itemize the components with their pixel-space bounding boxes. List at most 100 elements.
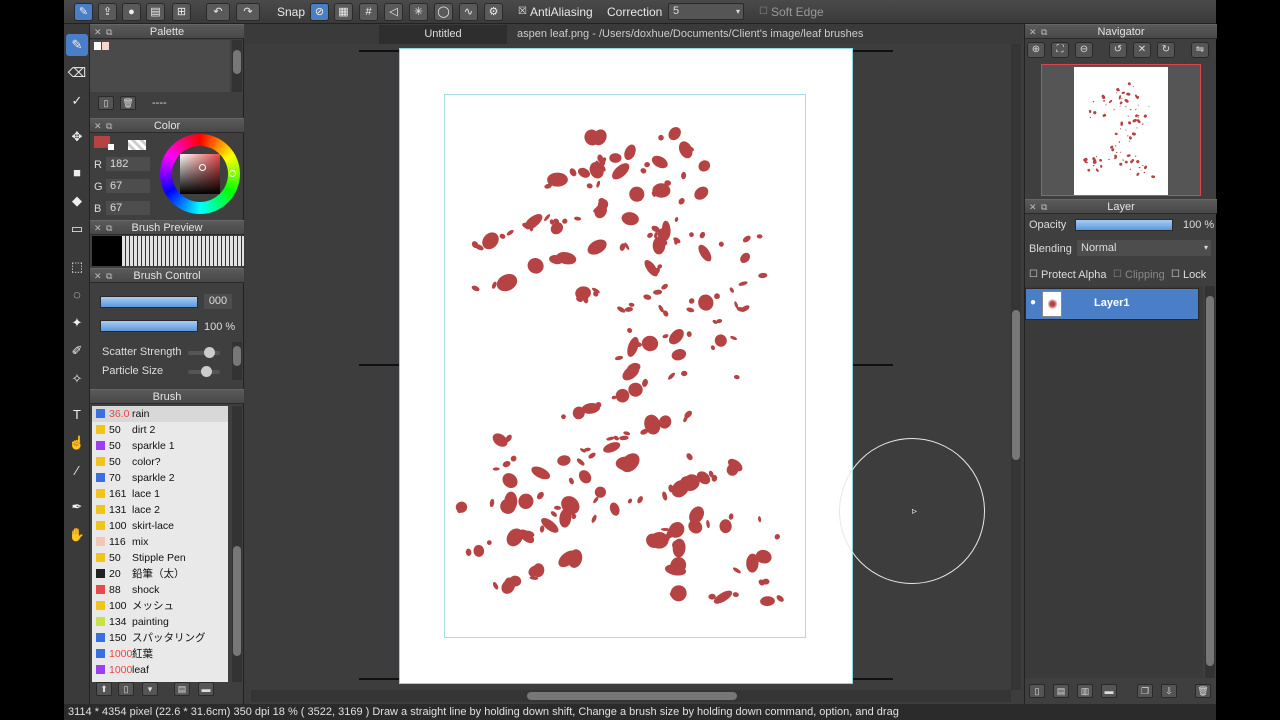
grid-icon[interactable]: ⊞ (172, 3, 191, 21)
b-field[interactable]: 67 (106, 201, 150, 215)
hand-icon[interactable]: ✋ (66, 524, 88, 546)
popout-icon[interactable]: ⧉ (1041, 25, 1047, 39)
brush-item[interactable]: 134 painting (92, 614, 228, 630)
fill-rect-icon[interactable]: ■ (66, 162, 88, 184)
brush-list-scrollbar[interactable] (232, 406, 242, 682)
zoom-out-icon[interactable]: ⊖ (1075, 42, 1093, 58)
magic-wand-icon[interactable]: ✦ (66, 312, 88, 334)
select-eraser-icon[interactable]: ✧ (66, 368, 88, 390)
popout-icon[interactable]: ⧉ (1041, 200, 1047, 214)
brush-item[interactable]: 161 lace 1 (92, 486, 228, 502)
eyedropper-icon[interactable]: ⁄ (66, 460, 88, 482)
new-halftone-layer-icon[interactable]: ▤ (1053, 684, 1069, 698)
new-folder-icon[interactable]: ▬ (1101, 684, 1117, 698)
canvas-horizontal-scroll-thumb[interactable] (527, 692, 737, 700)
new-brush-icon[interactable]: ▯ (118, 682, 134, 696)
brush-control-scrollbar[interactable] (232, 342, 242, 380)
reset-rotation-icon[interactable]: ✕ (1133, 42, 1151, 58)
g-field[interactable]: 67 (106, 179, 150, 193)
zoom-in-icon[interactable]: ⊕ (1027, 42, 1045, 58)
delete-layer-icon[interactable]: 🗑 (1195, 684, 1211, 698)
navigator-preview[interactable] (1041, 64, 1201, 196)
text-icon[interactable]: T (66, 404, 88, 426)
brush-item[interactable]: 1000 紅葉 (92, 646, 228, 662)
undo-icon[interactable]: ↶ (206, 3, 230, 21)
brush-item[interactable]: 50 sparkle 1 (92, 438, 228, 454)
snap-off-icon[interactable]: ⊘ (310, 3, 329, 21)
brush-settings-icon[interactable]: ▤ (174, 682, 190, 696)
rotate-left-icon[interactable]: ↺ (1109, 42, 1127, 58)
canvas-page[interactable] (399, 48, 853, 684)
brush-item[interactable]: 50 color? (92, 454, 228, 470)
brush-upload-icon[interactable]: ⬆ (96, 682, 112, 696)
brush-item[interactable]: 50 dirt 2 (92, 422, 228, 438)
popout-icon[interactable]: ⧉ (106, 25, 112, 39)
brush-opacity-slider[interactable] (100, 320, 198, 332)
brush-folder-icon[interactable]: ▬ (198, 682, 214, 696)
brush-mode-icon[interactable]: ✎ (74, 3, 93, 21)
merge-layer-icon[interactable]: ⇩ (1161, 684, 1177, 698)
trash-icon[interactable]: 🗑 (120, 96, 136, 110)
brush-item[interactable]: 100 skirt-lace (92, 518, 228, 534)
close-icon[interactable]: ✕ (1029, 25, 1037, 39)
palette-scrollbar[interactable] (232, 40, 242, 92)
canvas-area[interactable]: Untitled aspen leaf.png - /Users/doxhue/… (245, 24, 1023, 704)
move-icon[interactable]: ✥ (66, 126, 88, 148)
snap-settings-icon[interactable]: ⚙ (484, 3, 503, 21)
lock-checkbox[interactable]: ☐ (1171, 269, 1180, 280)
share-icon[interactable]: ⇪ (98, 3, 117, 21)
snap-parallel-icon[interactable]: ▦ (334, 3, 353, 21)
new-layer-icon[interactable]: ▯ (1029, 684, 1045, 698)
operation-icon[interactable]: ☝ (66, 432, 88, 454)
brush-size-slider[interactable] (100, 296, 198, 308)
redo-icon[interactable]: ↷ (236, 3, 260, 21)
close-icon[interactable]: ✕ (94, 25, 102, 39)
brush-item[interactable]: 100 メッシュ (92, 598, 228, 614)
color-picker-marker[interactable] (199, 164, 206, 171)
brush-item[interactable]: 50 Stipple Pen (92, 550, 228, 566)
popout-icon[interactable]: ⧉ (106, 221, 112, 235)
rect-select-icon[interactable]: ⬚ (66, 256, 88, 278)
palette-grid[interactable] (90, 40, 230, 92)
snap-vanish-icon[interactable]: ◁ (384, 3, 403, 21)
canvas-vertical-scroll-thumb[interactable] (1012, 310, 1020, 460)
canvas-horizontal-scrollbar[interactable] (251, 690, 1011, 702)
brush-item[interactable]: 70 sparkle 2 (92, 470, 228, 486)
brush-item[interactable]: 150 スパッタリング (92, 630, 228, 646)
brush-item[interactable]: 20 鉛筆（太） (92, 566, 228, 582)
soft-edge-checkbox[interactable]: ☐ (759, 6, 768, 17)
snap-cross-icon[interactable]: # (359, 3, 378, 21)
scatter-strength-slider[interactable] (188, 347, 220, 358)
select-pen-icon[interactable]: ✓ (66, 90, 88, 112)
popout-icon[interactable]: ⧉ (106, 269, 112, 283)
lasso-icon[interactable]: ◌ (66, 284, 88, 306)
rotate-right-icon[interactable]: ↻ (1157, 42, 1175, 58)
layer-row[interactable]: ● Layer1 (1025, 288, 1199, 320)
tab-aspen-leaf[interactable]: aspen leaf.png - /Users/doxhue/Documents… (507, 25, 873, 44)
snap-circle-icon[interactable]: ◯ (434, 3, 453, 21)
fit-icon[interactable]: ⛶ (1051, 42, 1069, 58)
protect-alpha-checkbox[interactable]: ☐ (1029, 269, 1038, 280)
hue-marker[interactable] (229, 170, 236, 177)
scatter-knob[interactable] (204, 347, 216, 358)
blending-select[interactable]: Normal ▾ (1077, 240, 1211, 256)
snap-curve-icon[interactable]: ∿ (459, 3, 478, 21)
brush-item[interactable]: 36.0 rain (92, 406, 228, 422)
layer-opacity-slider[interactable] (1075, 219, 1173, 231)
brush-size-field[interactable]: 000 (204, 294, 232, 309)
layer-list[interactable]: ● Layer1 (1025, 286, 1203, 678)
select-brush-icon[interactable]: ✐ (66, 340, 88, 362)
brush-item[interactable]: 116 mix (92, 534, 228, 550)
close-icon[interactable]: ✕ (94, 221, 102, 235)
new-palette-icon[interactable]: ▯ (98, 96, 114, 110)
popout-icon[interactable]: ⧉ (106, 119, 112, 133)
brush-item[interactable]: 1000 leaf (92, 662, 228, 678)
particle-size-slider[interactable] (188, 366, 220, 377)
color-wheel[interactable] (160, 134, 240, 214)
bucket-icon[interactable]: ◆ (66, 190, 88, 212)
tab-untitled[interactable]: Untitled (379, 25, 507, 44)
document-icon[interactable]: ▤ (146, 3, 165, 21)
transparent-color-swatch[interactable] (128, 140, 146, 150)
antialiasing-checkbox[interactable]: ☒ (518, 6, 527, 17)
brush-item[interactable]: 131 lace 2 (92, 502, 228, 518)
